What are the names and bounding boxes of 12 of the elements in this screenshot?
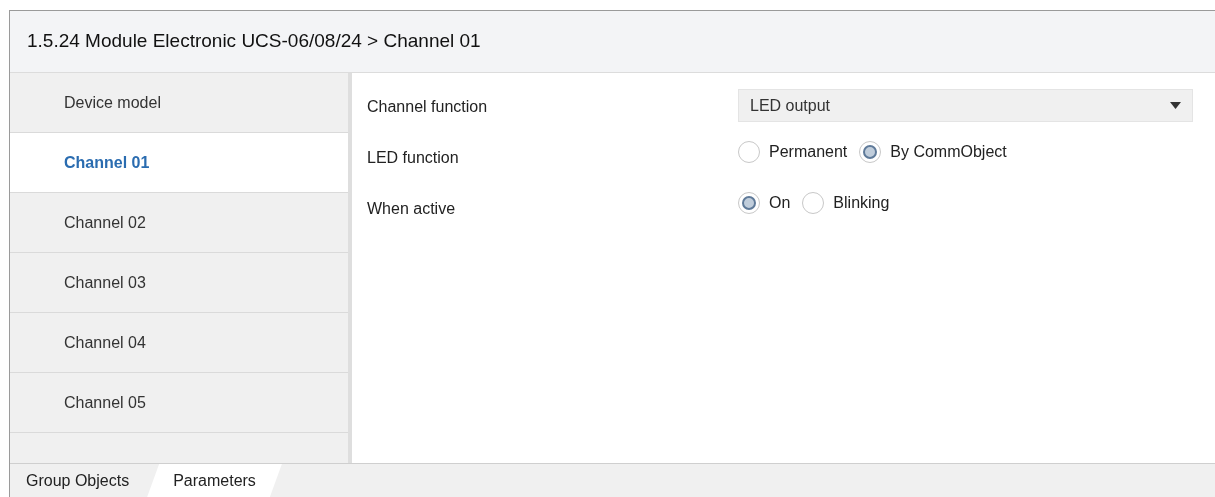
radio-option[interactable]: By CommObject bbox=[859, 140, 1007, 164]
window-title: 1.5.24 Module Electronic UCS-06/08/24 > Channel 01 bbox=[27, 29, 481, 54]
radio-option[interactable]: On bbox=[738, 191, 791, 215]
sidebar-item[interactable]: Channel 01 bbox=[10, 133, 348, 193]
parameter-label: When active bbox=[367, 199, 457, 219]
dropdown[interactable]: LED output bbox=[738, 89, 1193, 122]
tab[interactable]: Parameters bbox=[147, 464, 282, 497]
parameter-label: LED function bbox=[367, 148, 460, 168]
radio-option[interactable]: Blinking bbox=[802, 191, 890, 215]
parameter-label: Channel function bbox=[367, 97, 489, 117]
radio-option[interactable]: Permanent bbox=[738, 140, 848, 164]
caret-icon bbox=[1170, 102, 1181, 109]
